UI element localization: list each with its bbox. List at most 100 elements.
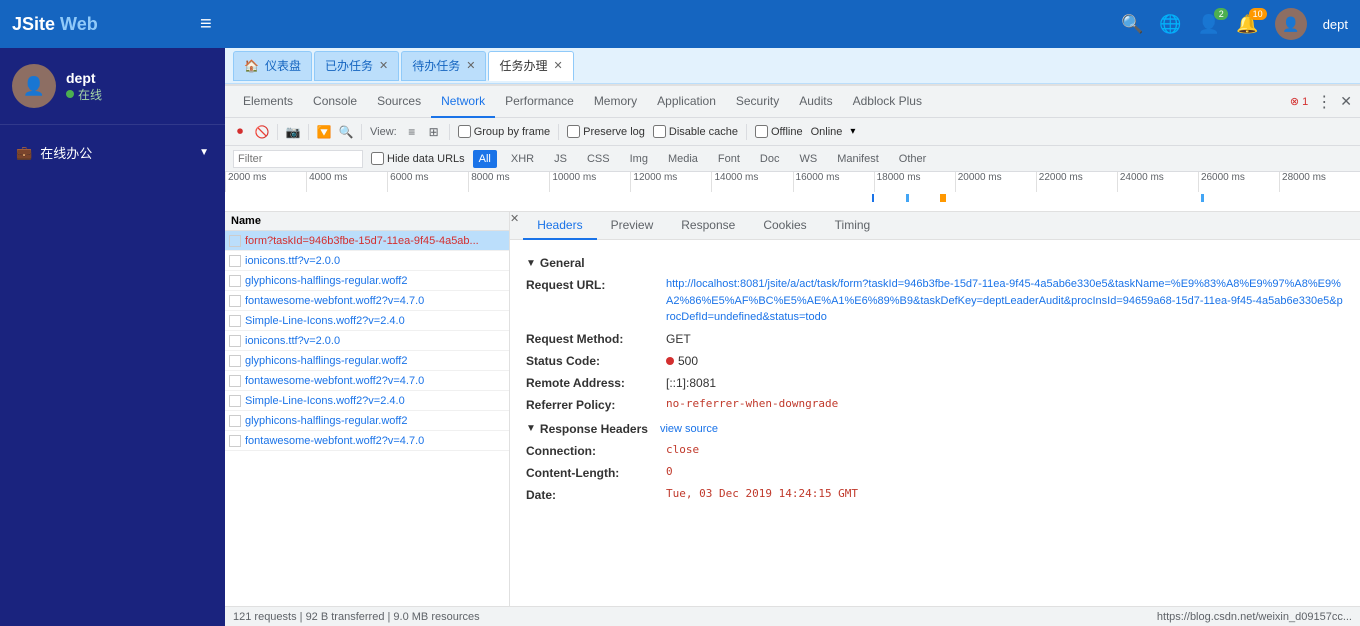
request-checkbox-8[interactable] (229, 395, 241, 407)
view-list-icon[interactable]: ≡ (405, 125, 419, 139)
hide-data-urls-checkbox[interactable]: Hide data URLs (371, 152, 465, 165)
clear-button[interactable]: 🚫 (255, 125, 269, 139)
globe-icon[interactable]: 🌐 (1159, 14, 1181, 35)
devtools-tab-security[interactable]: Security (726, 86, 789, 118)
tab-dashboard[interactable]: 🏠 仪表盘 (233, 51, 312, 81)
filter-manifest[interactable]: Manifest (831, 151, 885, 167)
view-grid-icon[interactable]: ⊞ (427, 125, 441, 139)
devtools-tab-adblock[interactable]: Adblock Plus (843, 86, 932, 118)
devtools-tab-audits[interactable]: Audits (789, 86, 842, 118)
request-item-1[interactable]: ionicons.ttf?v=2.0.0 (225, 251, 509, 271)
filter-doc[interactable]: Doc (754, 151, 786, 167)
request-item-10[interactable]: fontawesome-webfont.woff2?v=4.7.0 (225, 431, 509, 451)
request-item-4[interactable]: Simple-Line-Icons.woff2?v=2.4.0 (225, 311, 509, 331)
sidebar-avatar: 👤 (12, 64, 56, 108)
mark-4000: 4000 ms (306, 172, 387, 192)
devtools-tab-application[interactable]: Application (647, 86, 726, 118)
tab-pending-tasks-label: 待办任务 (412, 57, 460, 74)
record-button[interactable]: ⏺ (233, 125, 247, 139)
search-icon[interactable]: 🔍 (1121, 14, 1143, 35)
online-chevron-icon[interactable]: ▾ (850, 126, 855, 137)
hide-data-urls-input[interactable] (371, 152, 384, 165)
filter-img[interactable]: Img (624, 151, 654, 167)
request-item-9[interactable]: glyphicons-halflings-regular.woff2 (225, 411, 509, 431)
request-item-6[interactable]: glyphicons-halflings-regular.woff2 (225, 351, 509, 371)
detail-tab-headers[interactable]: Headers (523, 212, 596, 240)
request-checkbox-5[interactable] (229, 335, 241, 347)
avatar[interactable]: 👤 (1275, 8, 1307, 40)
disable-cache-checkbox[interactable]: Disable cache (653, 125, 738, 138)
tab-task-handle-close[interactable]: ✕ (553, 59, 562, 72)
filter-other[interactable]: Other (893, 151, 933, 167)
tab-task-handle[interactable]: 任务办理 ✕ (488, 51, 573, 81)
devtools-tab-console[interactable]: Console (303, 86, 367, 118)
timeline-bar-1 (872, 194, 874, 202)
preserve-log-checkbox[interactable]: Preserve log (567, 125, 645, 138)
error-indicator: ⊗ 1 (1290, 95, 1308, 108)
filter-icon[interactable]: 🔽 (317, 125, 331, 139)
request-item-3[interactable]: fontawesome-webfont.woff2?v=4.7.0 (225, 291, 509, 311)
response-headers-section-title: Response Headers view source (526, 422, 1344, 436)
filter-input[interactable] (233, 150, 363, 168)
camera-icon[interactable]: 📷 (286, 125, 300, 139)
request-name-0: form?taskId=946b3fbe-15d7-11ea-9f45-4a5a… (245, 235, 479, 247)
referrer-policy-label: Referrer Policy: (526, 396, 666, 414)
timeline-bar-3 (940, 194, 946, 202)
sidebar-item-online-work[interactable]: 💼 在线办公 ▼ (0, 133, 225, 172)
filter-all-button[interactable]: All (473, 150, 497, 168)
request-item-2[interactable]: glyphicons-halflings-regular.woff2 (225, 271, 509, 291)
mark-20000: 20000 ms (955, 172, 1036, 192)
group-by-frame-checkbox[interactable]: Group by frame (458, 125, 550, 138)
detail-tab-timing[interactable]: Timing (821, 212, 885, 240)
search-network-icon[interactable]: 🔍 (339, 125, 353, 139)
request-checkbox-9[interactable] (229, 415, 241, 427)
request-item-7[interactable]: fontawesome-webfont.woff2?v=4.7.0 (225, 371, 509, 391)
group-by-frame-input[interactable] (458, 125, 471, 138)
disable-cache-input[interactable] (653, 125, 666, 138)
filter-media[interactable]: Media (662, 151, 704, 167)
status-code-value: 500 (666, 352, 1344, 370)
filter-css[interactable]: CSS (581, 151, 616, 167)
detail-tab-response[interactable]: Response (667, 212, 749, 240)
devtools-tab-network[interactable]: Network (431, 86, 495, 118)
tab-done-tasks-close[interactable]: ✕ (379, 59, 388, 72)
devtools-tab-sources[interactable]: Sources (367, 86, 431, 118)
request-checkbox-3[interactable] (229, 295, 241, 307)
filter-ws[interactable]: WS (793, 151, 823, 167)
request-checkbox-0[interactable] (229, 235, 241, 247)
tab-done-tasks[interactable]: 已办任务 ✕ (314, 51, 399, 81)
detail-close-button[interactable]: ✕ (510, 212, 519, 239)
devtools-tab-performance[interactable]: Performance (495, 86, 584, 118)
person-icon[interactable]: 👤 2 (1198, 14, 1220, 35)
request-item-8[interactable]: Simple-Line-Icons.woff2?v=2.4.0 (225, 391, 509, 411)
view-source-link[interactable]: view source (660, 423, 718, 435)
devtools-tab-memory[interactable]: Memory (584, 86, 647, 118)
request-item-0[interactable]: form?taskId=946b3fbe-15d7-11ea-9f45-4a5a… (225, 231, 509, 251)
request-checkbox-1[interactable] (229, 255, 241, 267)
detail-tab-cookies[interactable]: Cookies (749, 212, 820, 240)
tab-pending-tasks-close[interactable]: ✕ (466, 59, 475, 72)
mark-18000: 18000 ms (874, 172, 955, 192)
request-item-5[interactable]: ionicons.ttf?v=2.0.0 (225, 331, 509, 351)
request-checkbox-7[interactable] (229, 375, 241, 387)
offline-checkbox[interactable]: Offline (755, 125, 803, 138)
filter-js[interactable]: JS (548, 151, 573, 167)
tabs-bar: 🏠 仪表盘 已办任务 ✕ 待办任务 ✕ 任务办理 ✕ (225, 48, 1360, 84)
offline-input[interactable] (755, 125, 768, 138)
online-dropdown[interactable]: Online (811, 126, 843, 138)
request-checkbox-4[interactable] (229, 315, 241, 327)
request-checkbox-6[interactable] (229, 355, 241, 367)
devtools-tab-elements[interactable]: Elements (233, 86, 303, 118)
tab-pending-tasks[interactable]: 待办任务 ✕ (401, 51, 486, 81)
preserve-log-input[interactable] (567, 125, 580, 138)
bell-icon[interactable]: 🔔 10 (1236, 14, 1258, 35)
devtools-close-button[interactable]: ✕ (1340, 93, 1352, 110)
request-checkbox-2[interactable] (229, 275, 241, 287)
request-checkbox-10[interactable] (229, 435, 241, 447)
filter-xhr[interactable]: XHR (505, 151, 540, 167)
toolbar-divider-1 (277, 124, 278, 140)
hamburger-button[interactable]: ≡ (192, 9, 220, 40)
filter-font[interactable]: Font (712, 151, 746, 167)
detail-tab-preview[interactable]: Preview (597, 212, 668, 240)
devtools-more-icon[interactable]: ⋮ (1316, 92, 1332, 112)
